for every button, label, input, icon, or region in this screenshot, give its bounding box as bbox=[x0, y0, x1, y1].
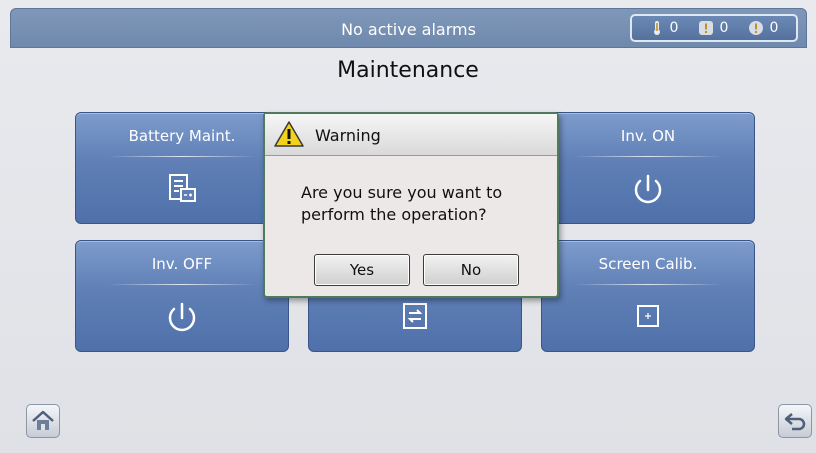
yes-button[interactable]: Yes bbox=[314, 254, 410, 286]
home-button[interactable] bbox=[26, 404, 60, 438]
power-icon bbox=[168, 302, 196, 332]
inv-off-tile[interactable]: Inv. OFF bbox=[75, 240, 289, 352]
tile-divider bbox=[108, 284, 256, 285]
critical-alarm-count: 0 bbox=[669, 20, 679, 36]
minor-alarm-icon bbox=[748, 21, 763, 35]
major-alarm-count: 0 bbox=[719, 20, 729, 36]
major-alarm-counter: 0 bbox=[698, 20, 729, 36]
tile-label: Inv. ON bbox=[620, 127, 676, 145]
transfer-document-icon bbox=[403, 303, 427, 329]
dialog-message: Are you sure you want to perform the ope… bbox=[301, 183, 503, 224]
back-button[interactable] bbox=[778, 404, 812, 438]
critical-alarm-icon bbox=[653, 21, 660, 35]
home-icon bbox=[32, 410, 54, 430]
warning-icon bbox=[274, 121, 304, 147]
tile-label: Battery Maint. bbox=[128, 127, 236, 145]
minor-alarm-count: 0 bbox=[769, 20, 779, 36]
dialog-title: Warning bbox=[315, 126, 381, 145]
calibration-target-icon bbox=[637, 305, 659, 327]
dialog-header: Warning bbox=[265, 114, 557, 156]
back-icon bbox=[784, 413, 806, 431]
critical-alarm-counter: 0 bbox=[650, 20, 679, 36]
status-bar: No active alarms 0 0 0 bbox=[10, 8, 807, 48]
inv-on-tile[interactable]: Inv. ON bbox=[541, 112, 755, 224]
minor-alarm-counter: 0 bbox=[748, 20, 779, 36]
major-alarm-icon bbox=[698, 21, 713, 35]
no-button[interactable]: No bbox=[423, 254, 519, 286]
tile-divider bbox=[108, 156, 256, 157]
page-title: Maintenance bbox=[337, 58, 479, 83]
tile-label: Screen Calib. bbox=[598, 255, 698, 273]
tile-divider bbox=[574, 284, 722, 285]
tile-label: Inv. OFF bbox=[151, 255, 213, 273]
battery-maint-tile[interactable]: Battery Maint. bbox=[75, 112, 289, 224]
screen-calib-tile[interactable]: Screen Calib. bbox=[541, 240, 755, 352]
tile-divider bbox=[574, 156, 722, 157]
battery-document-icon bbox=[169, 174, 196, 202]
power-icon bbox=[634, 174, 662, 204]
warning-dialog: Warning Are you sure you want to perform… bbox=[263, 112, 559, 298]
alarm-counter-panel[interactable]: 0 0 0 bbox=[630, 14, 798, 42]
screen: No active alarms 0 0 0 Maintenance Batte… bbox=[0, 0, 816, 453]
